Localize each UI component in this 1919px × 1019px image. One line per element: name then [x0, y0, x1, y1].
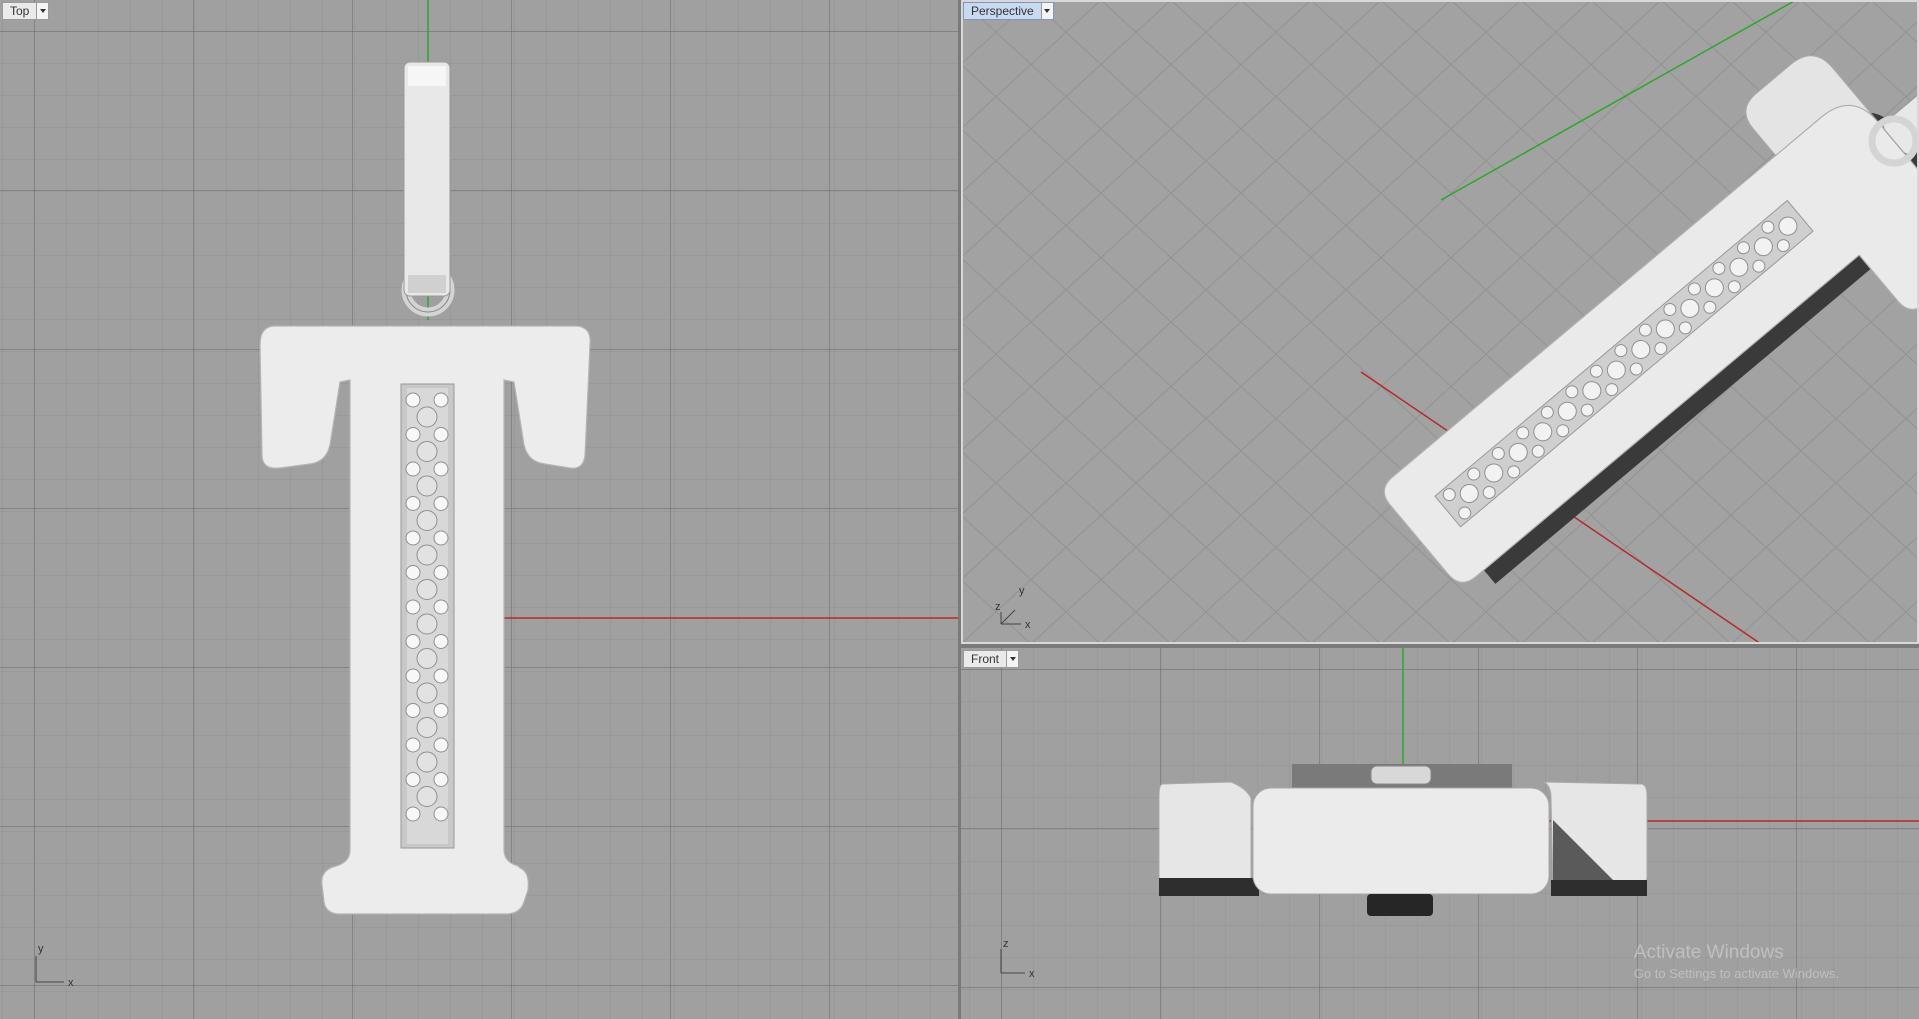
viewport-tab-front[interactable]: Front — [963, 650, 1020, 668]
chevron-down-icon — [1009, 657, 1016, 661]
axis-label-z: z — [995, 601, 1001, 613]
pendant-front-body — [1252, 787, 1550, 895]
axis-triad-icon: y x — [35, 943, 74, 989]
viewport-menu-button[interactable] — [1040, 3, 1053, 19]
viewport-label: Front — [971, 652, 1000, 666]
axis-label-z: z — [1003, 938, 1009, 950]
activation-watermark: Activate Windows Go to Settings to activ… — [1634, 942, 1839, 981]
axis-label-y: y — [1019, 585, 1025, 597]
axis-label-x: x — [68, 977, 74, 989]
watermark-title: Activate Windows — [1633, 942, 1784, 963]
letter-t-perspective — [1383, 44, 1919, 584]
viewport-menu-button[interactable] — [1006, 651, 1019, 667]
axis-label-y: y — [38, 943, 44, 955]
perspective-viewport[interactable]: Perspective z y x — [961, 0, 1919, 644]
chevron-down-icon — [39, 9, 46, 13]
top-viewport[interactable]: Top y x — [0, 0, 958, 1019]
top-view-model: y x — [35, 0, 958, 989]
axis-label-x: x — [1029, 968, 1035, 980]
viewport-label: Top — [10, 4, 30, 18]
perspective-view-model: z y x — [961, 0, 1919, 644]
bail — [403, 61, 451, 297]
viewport-label: Perspective — [971, 4, 1034, 18]
viewport-tab-top[interactable]: Top — [2, 2, 50, 20]
viewport-menu-button[interactable] — [36, 3, 49, 19]
axis-label-x: x — [1025, 619, 1031, 631]
watermark-subtitle: Go to Settings to activate Windows. — [1633, 966, 1839, 981]
chevron-down-icon — [1044, 9, 1051, 13]
axis-triad-icon: z x — [1000, 938, 1035, 980]
front-viewport[interactable]: Front z x Activate Windows Go to Setting… — [961, 648, 1919, 1019]
y-axis-line — [1440, 0, 1797, 201]
viewport-tab-perspective[interactable]: Perspective — [963, 2, 1054, 20]
axis-triad-icon: z y x — [995, 585, 1031, 631]
